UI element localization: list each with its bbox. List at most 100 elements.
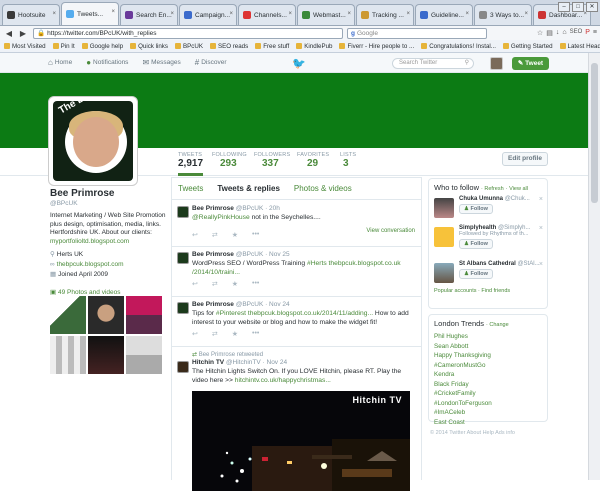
tab-photos-videos[interactable]: Photos & videos: [294, 184, 352, 193]
retweet-icon[interactable]: ⇄: [212, 280, 218, 288]
bookmark-item[interactable]: Congratulations! Instal...: [421, 43, 496, 50]
follow-button[interactable]: ♟ Follow: [459, 204, 493, 214]
follow-button[interactable]: ♟ Follow: [459, 269, 493, 279]
trend-item[interactable]: #ImACeleb: [429, 408, 547, 418]
more-icon[interactable]: •••: [252, 280, 259, 288]
trend-item[interactable]: Happy Thanksgiving: [429, 351, 547, 361]
pinterest-icon[interactable]: P: [585, 29, 590, 37]
tweet[interactable]: ⇄ Bee Primrose retweeted Hitchin TV @Hit…: [172, 347, 421, 491]
browser-tab[interactable]: 3 Ways to... ×: [474, 4, 532, 25]
trend-item[interactable]: Sean Abbott: [429, 342, 547, 352]
tab-close-icon[interactable]: ×: [524, 11, 528, 17]
tab-close-icon[interactable]: ×: [229, 11, 233, 17]
change-trends-link[interactable]: · Change: [486, 322, 509, 328]
tab-tweets[interactable]: Tweets: [178, 184, 203, 193]
tweet[interactable]: Bee Primrose @BPcUK · Nov 24 Tips for #P…: [172, 297, 421, 347]
browser-tab[interactable]: Campaign... ×: [179, 4, 237, 25]
browser-tab[interactable]: Tracking ... ×: [356, 4, 414, 25]
bookmark-item[interactable]: Latest Headlines: [559, 43, 600, 50]
stat-tweets[interactable]: TWEETS 2,917: [178, 152, 204, 176]
bookmark-item[interactable]: Most Visited: [4, 43, 46, 50]
tweet[interactable]: Bee Primrose @BPcUK · Nov 25 WordPress S…: [172, 247, 421, 297]
tweet-avatar[interactable]: [177, 252, 189, 264]
star-icon[interactable]: ☆: [537, 29, 543, 37]
maximize-button[interactable]: □: [572, 2, 584, 12]
tweet[interactable]: Bee Primrose @BPcUK · 20h @ReallyPinkHou…: [172, 201, 421, 247]
dismiss-icon[interactable]: ×: [539, 196, 543, 203]
trend-item[interactable]: Black Friday: [429, 380, 547, 390]
browser-tab[interactable]: Tweets... ×: [61, 2, 119, 25]
trend-item[interactable]: #CameronMustGo: [429, 361, 547, 371]
trend-item[interactable]: #CricketFamily: [429, 389, 547, 399]
dismiss-icon[interactable]: ×: [539, 261, 543, 268]
stat-lists[interactable]: LISTS 3: [340, 152, 356, 169]
profile-avatar[interactable]: The BPC: [48, 96, 138, 186]
photo-thumbnail[interactable]: [88, 336, 124, 374]
refresh-link[interactable]: · Refresh: [481, 186, 504, 192]
tab-close-icon[interactable]: ×: [465, 11, 469, 17]
photo-thumbnail[interactable]: [126, 296, 162, 334]
browser-tab[interactable]: Guideline... ×: [415, 4, 473, 25]
suggested-avatar[interactable]: [434, 263, 454, 283]
account-avatar[interactable]: [490, 57, 503, 70]
trend-item[interactable]: #LondonToFerguson: [429, 399, 547, 409]
close-window-button[interactable]: ✕: [586, 2, 598, 12]
twitter-bird-icon[interactable]: 🐦: [292, 57, 306, 70]
stat-favorites[interactable]: FAVORITES 29: [297, 152, 329, 169]
menu-icon[interactable]: ≡: [593, 29, 597, 37]
photo-thumbnail[interactable]: [126, 336, 162, 374]
scrollbar-thumb[interactable]: [591, 63, 598, 203]
reply-icon[interactable]: ↩: [192, 280, 198, 288]
follow-button[interactable]: ♟ Follow: [459, 239, 493, 249]
browser-tab[interactable]: Channels... ×: [238, 4, 296, 25]
browser-tab[interactable]: Search En... ×: [120, 4, 178, 25]
back-button[interactable]: ◀: [3, 28, 15, 39]
tab-tweets-replies[interactable]: Tweets & replies: [217, 184, 280, 193]
forward-button[interactable]: ▶: [17, 28, 29, 39]
browser-tab[interactable]: Webmast... ×: [297, 4, 355, 25]
bookmark-item[interactable]: Fiverr - Hire people to ...: [339, 43, 414, 50]
nav-home[interactable]: ⌂ Home: [48, 58, 72, 67]
photo-thumbnail[interactable]: [50, 296, 86, 334]
tab-close-icon[interactable]: ×: [406, 11, 410, 17]
bookmark-item[interactable]: BPcUK: [175, 43, 203, 50]
minimize-button[interactable]: –: [558, 2, 570, 12]
twitter-search-input[interactable]: Search Twitter ⚲: [392, 58, 474, 69]
stat-following[interactable]: FOLLOWING 293: [212, 152, 247, 169]
tweet-avatar[interactable]: [177, 302, 189, 314]
favorite-icon[interactable]: ★: [232, 280, 238, 288]
stat-followers[interactable]: FOLLOWERS 337: [254, 152, 290, 169]
bookmark-item[interactable]: Pin It: [52, 43, 75, 50]
reply-icon[interactable]: ↩: [192, 231, 198, 239]
tweet-media[interactable]: Hitchin TV: [192, 391, 410, 491]
tab-close-icon[interactable]: ×: [347, 11, 351, 17]
more-icon[interactable]: •••: [252, 231, 259, 239]
trend-item[interactable]: Kendra: [429, 370, 547, 380]
photo-thumbnail[interactable]: [50, 336, 86, 374]
bio-link[interactable]: myportfolioltd.blogspot.com: [50, 238, 129, 245]
bookmark-item[interactable]: Google help: [81, 43, 123, 50]
bookmark-item[interactable]: KindlePub: [296, 43, 332, 50]
nav-messages[interactable]: ✉ Messages: [142, 58, 180, 67]
browser-search-input[interactable]: g Google: [347, 27, 487, 39]
edit-profile-button[interactable]: Edit profile: [502, 152, 548, 166]
reply-icon[interactable]: ↩: [192, 330, 198, 338]
browser-tab[interactable]: Hootsuite ×: [2, 4, 60, 25]
download-icon[interactable]: ↓: [556, 29, 560, 37]
trend-item[interactable]: East Coast: [429, 418, 547, 428]
dismiss-icon[interactable]: ×: [539, 225, 543, 232]
suggested-avatar[interactable]: [434, 198, 454, 218]
nav-notifications[interactable]: ● Notifications: [86, 58, 128, 67]
popular-accounts-link[interactable]: Popular accounts · Find friends: [429, 285, 547, 299]
tab-close-icon[interactable]: ×: [170, 11, 174, 17]
bookmark-item[interactable]: SEO reads: [209, 43, 248, 50]
view-all-link[interactable]: · View all: [506, 186, 528, 192]
profile-website[interactable]: ∞ thebpcuk.blogspot.com: [50, 260, 170, 270]
tab-close-icon[interactable]: ×: [288, 11, 292, 17]
tweet-avatar[interactable]: [177, 206, 189, 218]
suggested-avatar[interactable]: [434, 227, 454, 247]
bookmark-item[interactable]: Quick links: [130, 43, 168, 50]
trend-item[interactable]: Phil Hughes: [429, 332, 547, 342]
seo-icon[interactable]: SEO: [570, 29, 583, 37]
compose-tweet-button[interactable]: ✎ Tweet: [512, 57, 549, 70]
